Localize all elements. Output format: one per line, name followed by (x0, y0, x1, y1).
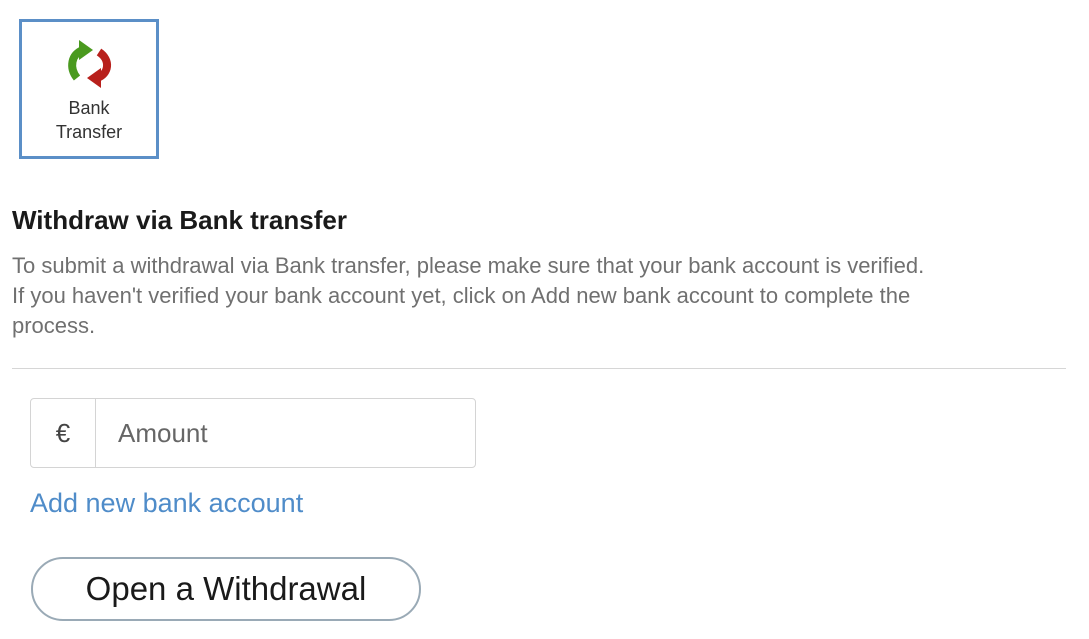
description-line-2: If you haven't verified your bank accoun… (12, 283, 911, 308)
bank-transfer-arrows-icon (68, 40, 111, 88)
amount-input[interactable] (96, 399, 475, 467)
method-label-line2: Transfer (55, 122, 123, 142)
section-description: To submit a withdrawal via Bank transfer… (12, 251, 1072, 341)
add-new-bank-account-link[interactable]: Add new bank account (30, 486, 303, 520)
section-title: Withdraw via Bank transfer (12, 205, 347, 235)
description-line-3: process. (12, 313, 96, 338)
open-withdrawal-button[interactable]: Open a Withdrawal (31, 557, 421, 621)
withdrawal-page: Bank Transfer Withdraw via Bank transfer… (0, 0, 1089, 639)
bank-transfer-method-tile[interactable]: Bank Transfer (19, 19, 159, 159)
method-label-line1: Bank (68, 98, 110, 118)
description-line-1: To submit a withdrawal via Bank transfer… (12, 253, 925, 278)
amount-input-group: € (30, 398, 476, 468)
section-divider (12, 368, 1066, 369)
currency-symbol: € (31, 399, 96, 467)
